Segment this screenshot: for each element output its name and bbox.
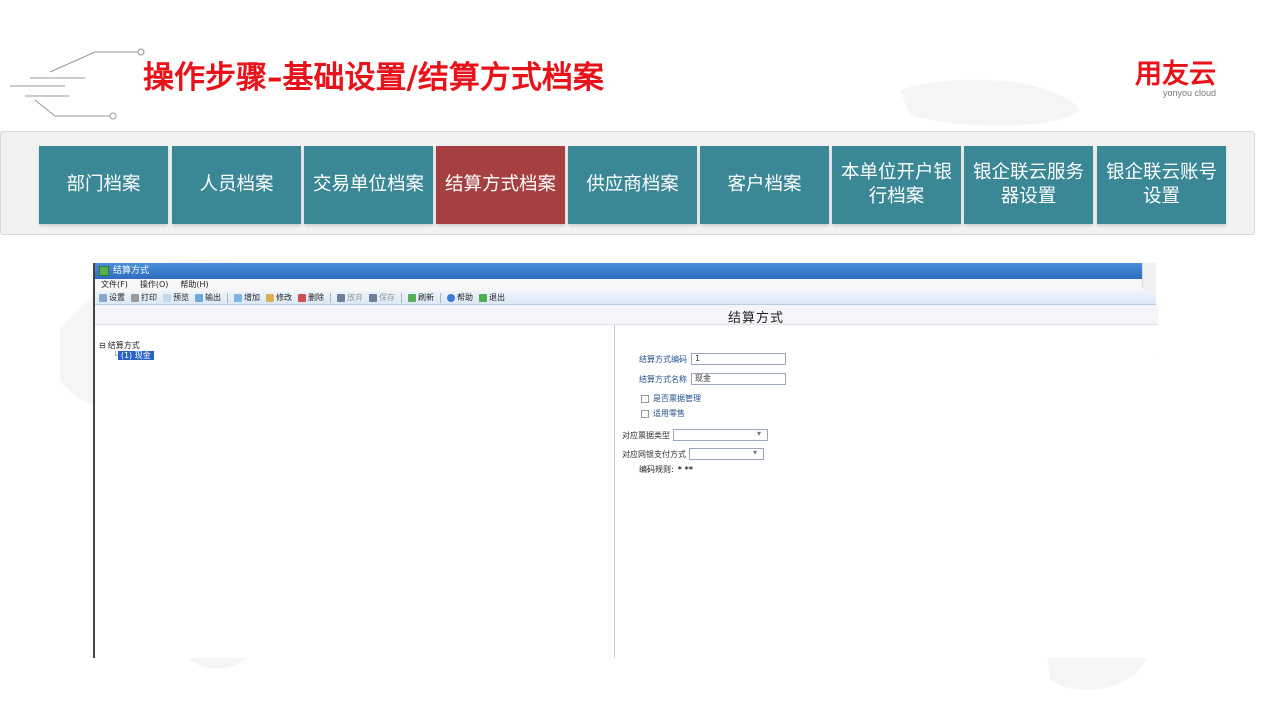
yonyou-logo: 用友云 yonyou cloud bbox=[1135, 59, 1216, 99]
code-row: 结算方式编码 1 bbox=[639, 353, 786, 365]
settlement-tree: ⊟ 结算方式 └ (1) 现金 bbox=[99, 341, 154, 360]
menu-help[interactable]: 帮助(H) bbox=[180, 279, 208, 291]
discard-button[interactable]: 放弃 bbox=[337, 291, 363, 305]
rule-value: * ** bbox=[677, 465, 694, 474]
collapse-icon[interactable]: ⊟ bbox=[99, 341, 106, 351]
tree-root-label: 结算方式 bbox=[107, 341, 140, 350]
save-button[interactable]: 保存 bbox=[369, 291, 395, 305]
preview-button[interactable]: 预览 bbox=[163, 291, 189, 305]
header-decoration bbox=[10, 48, 145, 120]
rule-row: 编码规则: * ** bbox=[639, 464, 693, 475]
tab-trading-unit[interactable]: 交易单位档案 bbox=[304, 146, 433, 224]
menu-file[interactable]: 文件(F) bbox=[101, 279, 128, 291]
help-button[interactable]: 帮助 bbox=[447, 291, 473, 305]
bill-type-label: 对应票据类型 bbox=[622, 430, 670, 440]
window-title: 结算方式 bbox=[113, 266, 150, 276]
tab-settlement-method[interactable]: 结算方式档案 bbox=[436, 146, 565, 224]
window-titlebar: 结算方式 bbox=[95, 263, 1156, 279]
exit-button[interactable]: 退出 bbox=[479, 291, 505, 305]
preview-icon bbox=[163, 293, 171, 302]
name-field[interactable]: 现金 bbox=[691, 373, 786, 385]
export-button[interactable]: 输出 bbox=[195, 291, 221, 305]
pane-title: 结算方式 bbox=[728, 311, 785, 326]
edit-button[interactable]: 修改 bbox=[266, 291, 292, 305]
toolbar-separator bbox=[440, 292, 441, 303]
window-corner bbox=[1142, 263, 1156, 291]
toolbar: 设置 打印 预览 输出 增加 修改 删除 放弃 保存 刷新 帮助 退出 bbox=[95, 291, 1156, 305]
settings-button[interactable]: 设置 bbox=[99, 291, 125, 305]
delete-button[interactable]: 删除 bbox=[298, 291, 324, 305]
logo-main-text: 用友云 bbox=[1135, 59, 1216, 90]
bank-pay-select[interactable] bbox=[689, 448, 764, 460]
detail-pane-header: 结算方式 bbox=[95, 305, 1158, 326]
bill-manage-row: 是否票据管理 bbox=[641, 393, 701, 404]
tree-root[interactable]: ⊟ 结算方式 bbox=[99, 341, 154, 351]
tab-customer[interactable]: 客户档案 bbox=[700, 146, 829, 224]
add-button[interactable]: 增加 bbox=[234, 291, 260, 305]
discard-icon bbox=[337, 293, 345, 302]
print-button[interactable]: 打印 bbox=[131, 291, 157, 305]
process-tab-strip: 部门档案 人员档案 交易单位档案 结算方式档案 供应商档案 客户档案 本单位开户… bbox=[0, 131, 1255, 235]
tree-node-cash[interactable]: └ (1) 现金 bbox=[113, 351, 154, 360]
help-icon bbox=[447, 293, 455, 302]
tab-own-bank[interactable]: 本单位开户银行档案 bbox=[832, 146, 961, 224]
code-label: 结算方式编码 bbox=[639, 354, 687, 364]
delete-icon bbox=[298, 293, 306, 302]
edit-icon bbox=[266, 293, 274, 302]
code-field[interactable]: 1 bbox=[691, 353, 786, 365]
bank-pay-label: 对应网银支付方式 bbox=[622, 449, 686, 459]
bill-type-row: 对应票据类型 bbox=[622, 429, 768, 441]
refresh-icon bbox=[408, 293, 416, 302]
bill-manage-label: 是否票据管理 bbox=[653, 394, 701, 403]
bank-pay-row: 对应网银支付方式 bbox=[622, 448, 764, 460]
pane-divider bbox=[614, 325, 615, 658]
name-label: 结算方式名称 bbox=[639, 374, 687, 384]
toolbar-separator bbox=[401, 292, 402, 303]
tab-department[interactable]: 部门档案 bbox=[39, 146, 168, 224]
export-icon bbox=[195, 293, 203, 302]
tab-supplier[interactable]: 供应商档案 bbox=[568, 146, 697, 224]
menu-operation[interactable]: 操作(O) bbox=[140, 279, 169, 291]
menubar: 文件(F) 操作(O) 帮助(H) bbox=[95, 279, 1156, 291]
slide-title: 操作步骤–基础设置/结算方式档案 bbox=[143, 60, 604, 96]
tree-node-label: (1) 现金 bbox=[117, 351, 154, 360]
tab-personnel[interactable]: 人员档案 bbox=[172, 146, 301, 224]
settlement-window: 结算方式 文件(F) 操作(O) 帮助(H) 设置 打印 预览 输出 增加 修改… bbox=[93, 263, 1158, 658]
retail-checkbox[interactable] bbox=[641, 409, 649, 418]
add-icon bbox=[234, 293, 242, 302]
tab-bank-cloud-server[interactable]: 银企联云服务器设置 bbox=[964, 146, 1093, 224]
name-row: 结算方式名称 现金 bbox=[639, 373, 786, 385]
bill-manage-checkbox[interactable] bbox=[641, 394, 649, 403]
toolbar-separator bbox=[227, 292, 228, 303]
refresh-button[interactable]: 刷新 bbox=[408, 291, 434, 305]
save-icon bbox=[369, 293, 377, 302]
print-icon bbox=[131, 293, 139, 302]
retail-row: 适用零售 bbox=[641, 408, 685, 419]
tab-bank-cloud-account[interactable]: 银企联云账号设置 bbox=[1097, 146, 1226, 224]
retail-label: 适用零售 bbox=[653, 409, 685, 418]
exit-icon bbox=[479, 293, 487, 302]
rule-label: 编码规则: bbox=[639, 465, 674, 474]
app-icon bbox=[99, 266, 109, 276]
settings-icon bbox=[99, 293, 107, 302]
bill-type-select[interactable] bbox=[673, 429, 768, 441]
toolbar-separator bbox=[330, 292, 331, 303]
